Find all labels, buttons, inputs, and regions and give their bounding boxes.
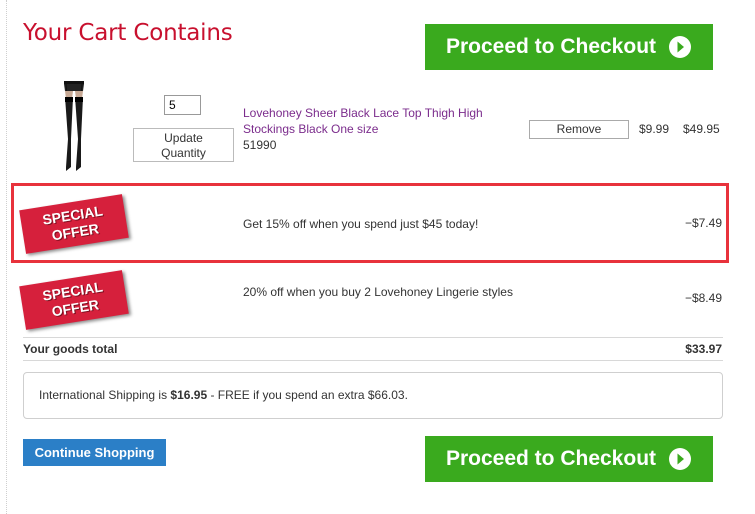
checkout-label: Proceed to Checkout xyxy=(445,35,657,58)
shipping-amount: $16.95 xyxy=(170,388,208,402)
remove-button[interactable]: Remove xyxy=(529,120,629,139)
shipping-notice: International Shipping is $16.95 - FREE … xyxy=(23,372,723,419)
page-title: Your Cart Contains xyxy=(23,20,233,46)
shipping-suffix: - FREE if you spend an extra $66.03. xyxy=(207,388,408,402)
quantity-input[interactable] xyxy=(164,95,201,115)
proceed-to-checkout-button-bottom[interactable]: Proceed to Checkout xyxy=(425,436,713,482)
offer-discount: −$8.49 xyxy=(684,291,722,305)
update-quantity-button[interactable]: Update Quantity xyxy=(133,128,234,162)
left-divider xyxy=(6,0,7,514)
offer-description: Get 15% off when you spend just $45 toda… xyxy=(243,217,479,231)
product-code: 51990 xyxy=(243,138,277,152)
update-label-line2: Quantity xyxy=(161,146,206,160)
arrow-right-circle-icon xyxy=(669,36,692,58)
line-price: $49.95 xyxy=(683,122,720,136)
goods-total-value: $33.97 xyxy=(685,342,722,356)
arrow-right-circle-icon xyxy=(669,448,692,470)
checkout-label: Proceed to Checkout xyxy=(445,447,657,470)
product-name-link[interactable]: Lovehoney Sheer Black Lace Top Thigh Hig… xyxy=(243,105,513,137)
offer-description: 20% off when you buy 2 Lovehoney Lingeri… xyxy=(243,285,513,299)
special-offer-badge: SPECIAL OFFER xyxy=(19,270,129,330)
product-image[interactable] xyxy=(54,79,94,179)
offer-discount: −$7.49 xyxy=(684,216,722,230)
proceed-to-checkout-button-top[interactable]: Proceed to Checkout xyxy=(425,24,713,70)
continue-shopping-button[interactable]: Continue Shopping xyxy=(23,439,166,466)
divider xyxy=(23,360,723,361)
divider xyxy=(23,337,723,338)
unit-price: $9.99 xyxy=(639,122,670,136)
shipping-prefix: International Shipping is xyxy=(39,388,171,402)
update-label-line1: Update xyxy=(164,131,203,145)
goods-total-label: Your goods total xyxy=(23,342,118,356)
